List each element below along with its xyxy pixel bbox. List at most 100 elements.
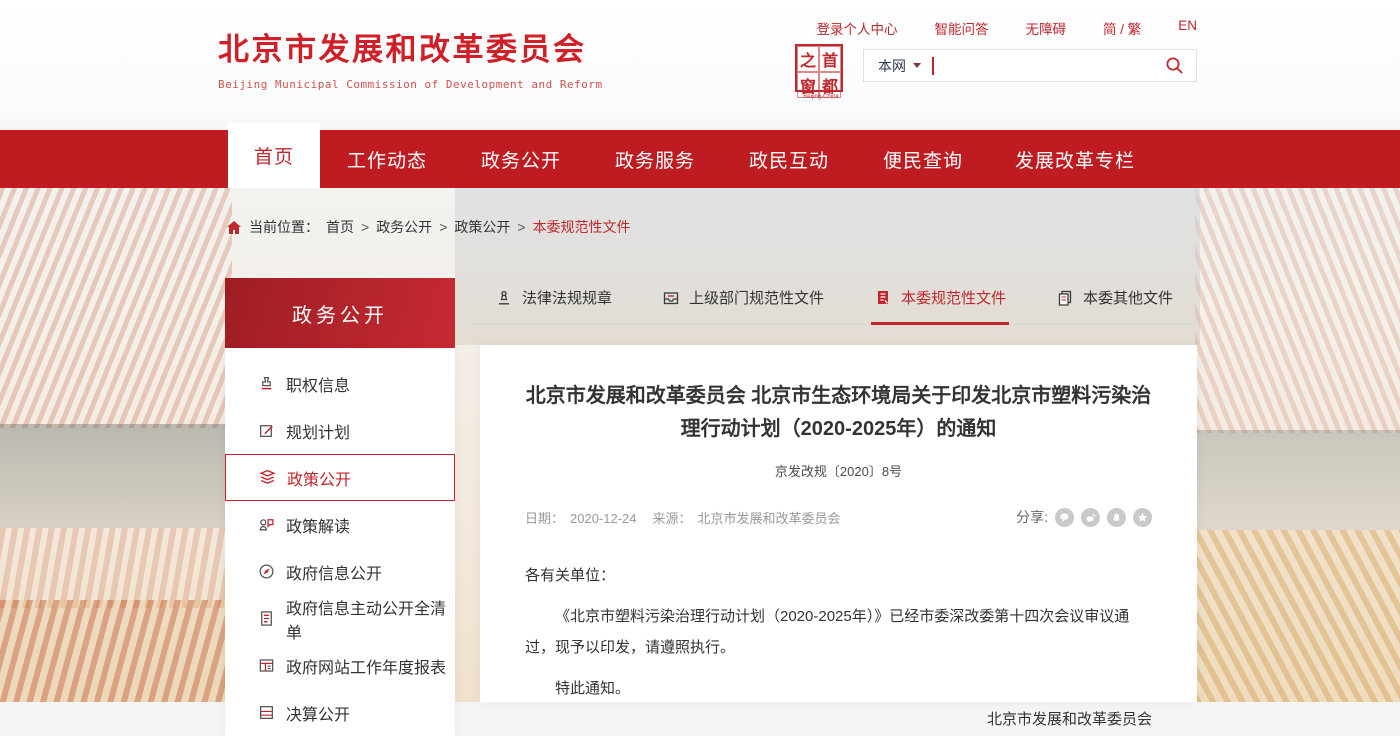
sidebar-item-label: 政府信息主动公开全清单 <box>286 595 455 643</box>
signature: 北京市发展和改革委员会 <box>525 704 1152 735</box>
sidebar-item-label: 职权信息 <box>286 372 350 396</box>
site-logo[interactable]: 北京市发展和改革委员会 Beijing Municipal Commission… <box>218 24 603 91</box>
tab-label: 本委规范性文件 <box>901 287 1006 308</box>
sidebar-menu: 职权信息 规划计划 政策公开 政策解读 政府信息公开 <box>225 348 455 736</box>
tab-label: 上级部门规范性文件 <box>689 287 824 308</box>
nav-item-gov-services[interactable]: 政务服务 <box>588 130 722 188</box>
plan-edit-icon <box>258 422 275 439</box>
date-label: 日期： <box>525 511 564 526</box>
tab-superior-normative-docs[interactable]: 上级部门规范性文件 <box>637 287 849 308</box>
site-subtitle-en: Beijing Municipal Commission of Developm… <box>218 78 603 91</box>
date-value: 2020-12-24 <box>570 511 637 526</box>
document-category-tabs: 法律法规规章 上级部门规范性文件 本委规范性文件 本委其他文件 <box>470 287 1197 325</box>
link-english[interactable]: EN <box>1178 18 1197 38</box>
document-number: 京发改规〔2020〕8号 <box>525 461 1152 480</box>
nav-item-convenience-query[interactable]: 便民查询 <box>856 130 990 188</box>
roof-tiles-bottom-right <box>1195 530 1400 702</box>
article-card: 北京市发展和改革委员会 北京市生态环境局关于印发北京市塑料污染治理行动计划（20… <box>480 345 1197 702</box>
sidebar-title: 政务公开 <box>225 278 455 348</box>
inbox-icon <box>662 289 680 307</box>
seal-char: 之 <box>797 46 819 72</box>
share-weibo-button[interactable] <box>1081 508 1100 527</box>
breadcrumb-policy-disclosure[interactable]: 政策公开 <box>454 217 510 237</box>
nav-item-reform-column[interactable]: 发展改革专栏 <box>990 130 1160 188</box>
seal-icon: 之 首 窗 都 <box>795 44 843 92</box>
salutation: 各有关单位： <box>525 560 1152 591</box>
article-meta: 日期：2020-12-24来源：北京市发展和改革委员会 <box>525 508 847 527</box>
weibo-icon <box>1085 512 1096 523</box>
doc-pen-icon <box>874 289 892 307</box>
sidebar-item-policy-disclosure[interactable]: 政策公开 <box>225 454 455 501</box>
compass-icon <box>258 563 275 580</box>
nav-item-home[interactable]: 首页 <box>228 122 320 188</box>
sidebar-item-policy-interpretation[interactable]: 政策解读 <box>225 501 455 548</box>
primary-navbar: 首页 工作动态 政务公开 政务服务 政民互动 便民查询 发展改革专栏 <box>0 130 1400 188</box>
qzone-icon <box>1137 512 1148 523</box>
roof-tiles-bottom-left <box>0 600 232 702</box>
doc-copy-icon <box>1056 289 1074 307</box>
sidebar-item-label: 政策解读 <box>286 513 350 537</box>
link-accessibility[interactable]: 无障碍 <box>1025 18 1066 38</box>
qq-icon <box>1111 512 1122 523</box>
sidebar-item-label: 政府网站工作年度报表 <box>286 654 446 678</box>
sidebar-item-label: 决算公开 <box>286 701 350 725</box>
tab-label: 法律法规规章 <box>522 287 612 308</box>
wechat-icon <box>1059 512 1070 523</box>
article-meta-row: 日期：2020-12-24来源：北京市发展和改革委员会 分享: <box>525 507 1152 527</box>
breadcrumb-separator: > <box>517 219 525 235</box>
breadcrumb-current-page: 本委规范性文件 <box>533 217 631 237</box>
share-qzone-button[interactable] <box>1133 508 1152 527</box>
search-bar: 本网 <box>863 49 1197 82</box>
sidebar-item-plans[interactable]: 规划计划 <box>225 407 455 454</box>
sidebar-item-proactive-disclosure-list[interactable]: 政府信息主动公开全清单 <box>225 595 455 642</box>
breadcrumb-separator: > <box>439 219 447 235</box>
article-body: 各有关单位： 《北京市塑料污染治理行动计划（2020-2025年）》已经市委深改… <box>525 560 1152 735</box>
tab-laws-regulations[interactable]: 法律法规规章 <box>470 287 637 308</box>
sidebar-item-authority-info[interactable]: 职权信息 <box>225 360 455 407</box>
link-simplified-traditional[interactable]: 简 / 繁 <box>1103 18 1141 38</box>
roof-eave-right <box>1195 430 1400 530</box>
breadcrumb-separator: > <box>361 219 369 235</box>
breadcrumb-prefix: 当前位置： <box>249 217 319 237</box>
sidebar: 政务公开 职权信息 规划计划 政策公开 政策解读 <box>225 278 455 736</box>
share-bar: 分享: <box>1016 507 1152 527</box>
sidebar-item-final-accounts[interactable]: 决算公开 <box>225 689 455 736</box>
capital-window-seal-logo[interactable]: 之 首 窗 都 Beijing-China <box>795 44 847 100</box>
link-smart-qa[interactable]: 智能问答 <box>934 18 988 38</box>
sidebar-item-website-annual-report[interactable]: 政府网站工作年度报表 <box>225 642 455 689</box>
doc-list-icon <box>258 610 275 627</box>
sidebar-item-gov-info-disclosure[interactable]: 政府信息公开 <box>225 548 455 595</box>
home-icon <box>226 220 242 235</box>
paragraph: 《北京市塑料污染治理行动计划（2020-2025年）》已经市委深改委第十四次会议… <box>525 601 1152 663</box>
utility-links: 登录个人中心 智能问答 无障碍 简 / 繁 EN <box>816 18 1197 38</box>
search-scope-dropdown[interactable]: 本网 <box>878 56 921 76</box>
table-icon <box>258 704 275 721</box>
nav-item-work-news[interactable]: 工作动态 <box>320 130 454 188</box>
interpret-icon <box>258 516 275 533</box>
link-login-personal-center[interactable]: 登录个人中心 <box>816 18 897 38</box>
share-qq-button[interactable] <box>1107 508 1126 527</box>
search-button[interactable] <box>1165 56 1184 75</box>
nav-item-public-interaction[interactable]: 政民互动 <box>722 130 856 188</box>
breadcrumb-gov-disclosure[interactable]: 政务公开 <box>376 217 432 237</box>
paragraph: 特此通知。 <box>525 673 1152 704</box>
tab-commission-normative-docs[interactable]: 本委规范性文件 <box>849 287 1031 308</box>
article-title: 北京市发展和改革委员会 北京市生态环境局关于印发北京市塑料污染治理行动计划（20… <box>525 380 1152 446</box>
magnifier-icon <box>1165 56 1184 75</box>
layers-icon <box>259 469 276 486</box>
tab-label: 本委其他文件 <box>1083 287 1173 308</box>
search-input[interactable] <box>934 52 1165 80</box>
seal-caption: Beijing-China <box>799 94 843 100</box>
nav-item-gov-disclosure[interactable]: 政务公开 <box>454 130 588 188</box>
roof-tiles-right <box>1195 188 1400 433</box>
share-wechat-button[interactable] <box>1055 508 1074 527</box>
site-header: 北京市发展和改革委员会 Beijing Municipal Commission… <box>0 0 1400 130</box>
sidebar-item-label: 规划计划 <box>286 419 350 443</box>
roof-tiles-left <box>0 188 232 428</box>
source-label: 来源： <box>653 511 692 526</box>
tab-commission-other-docs[interactable]: 本委其他文件 <box>1031 287 1198 308</box>
roof-eave-left <box>0 424 232 528</box>
breadcrumb-home[interactable]: 首页 <box>326 217 354 237</box>
seal-char: 首 <box>819 46 841 72</box>
share-label: 分享: <box>1016 507 1048 527</box>
